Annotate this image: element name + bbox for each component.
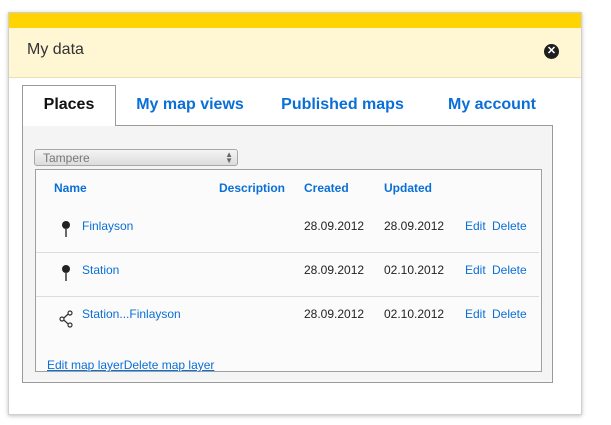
delete-map-layer-link[interactable]: Delete map layer (124, 358, 215, 372)
updated-date: 02.10.2012 (384, 263, 445, 277)
close-icon[interactable]: ✕ (544, 44, 559, 59)
table-row: Station...Finlayson 28.09.2012 02.10.201… (36, 296, 539, 341)
dialog-title: My data (27, 41, 84, 58)
column-header-created[interactable]: Created (304, 181, 349, 195)
place-name-link[interactable]: Finlayson (82, 219, 133, 233)
column-header-description[interactable]: Description (219, 181, 285, 195)
column-header-updated[interactable]: Updated (384, 181, 432, 195)
pin-icon (62, 265, 70, 281)
edit-link[interactable]: Edit (465, 219, 486, 233)
delete-link[interactable]: Delete (492, 263, 527, 277)
place-name-link[interactable]: Station...Finlayson (82, 307, 181, 321)
created-date: 28.09.2012 (304, 307, 365, 321)
place-name-link[interactable]: Station (82, 263, 119, 277)
map-layer-select-value: Tampere (43, 151, 90, 165)
tab-my-account[interactable]: My account (440, 86, 544, 123)
tab-published-maps[interactable]: Published maps (275, 86, 410, 123)
select-arrows-icon: ▲ ▼ (225, 150, 233, 165)
tab-my-map-views[interactable]: My map views (124, 86, 256, 123)
created-date: 28.09.2012 (304, 219, 365, 233)
delete-link[interactable]: Delete (492, 307, 527, 321)
created-date: 28.09.2012 (304, 263, 365, 277)
table-row: Station 28.09.2012 02.10.2012 Edit Delet… (36, 252, 539, 297)
layer-actions: Edit map layerDelete map layer (47, 358, 214, 372)
edit-link[interactable]: Edit (465, 263, 486, 277)
dialog-header: My data ✕ (9, 28, 581, 78)
column-header-name[interactable]: Name (54, 181, 87, 195)
share-route-icon (59, 310, 73, 328)
edit-link[interactable]: Edit (465, 307, 486, 321)
delete-link[interactable]: Delete (492, 219, 527, 233)
updated-date: 28.09.2012 (384, 219, 445, 233)
table-row: Finlayson 28.09.2012 28.09.2012 Edit Del… (36, 208, 539, 252)
edit-map-layer-link[interactable]: Edit map layer (47, 358, 124, 372)
tab-places[interactable]: Places (22, 85, 116, 126)
map-layer-select[interactable]: Tampere ▲ ▼ (34, 149, 238, 166)
dialog-top-bar (9, 13, 581, 28)
updated-date: 02.10.2012 (384, 307, 445, 321)
pin-icon (62, 221, 70, 237)
tab-bar: Places My map views Published maps My ac… (22, 85, 553, 126)
